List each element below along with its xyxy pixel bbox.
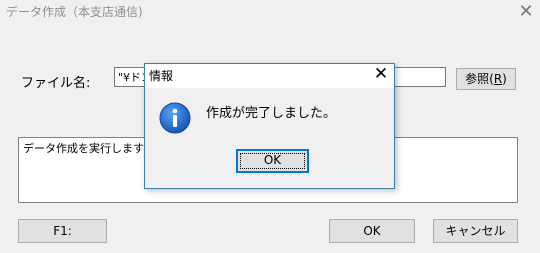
window-close-icon[interactable]: ✕ xyxy=(515,1,537,23)
browse-label: 参照( xyxy=(465,72,494,86)
cancel-button[interactable]: キャンセル xyxy=(433,219,518,243)
log-text: データ作成を実行します xyxy=(23,142,144,155)
ok-button[interactable]: OK xyxy=(329,219,415,243)
dialog-title: 情報 xyxy=(149,69,174,83)
browse-button[interactable]: 参照(R) xyxy=(456,68,516,90)
f1-button[interactable]: F1: xyxy=(18,219,107,243)
dialog-message: 作成が完了しました。 xyxy=(206,106,337,121)
window-title: データ作成（本支店通信) xyxy=(6,5,143,19)
dialog-ok-button[interactable]: OK xyxy=(236,149,309,173)
file-name-label: ファイル名: xyxy=(21,76,91,91)
browse-accelerator: R xyxy=(493,72,503,86)
dialog-close-icon[interactable]: ✕ xyxy=(371,63,391,85)
focus-rectangle xyxy=(240,153,305,169)
info-dialog: 情報 ✕ 作成が完了しました。 OK xyxy=(144,63,395,189)
dialog-body: 作成が完了しました。 OK xyxy=(145,88,394,188)
browse-label-close: ) xyxy=(502,72,507,86)
info-icon xyxy=(159,102,191,134)
